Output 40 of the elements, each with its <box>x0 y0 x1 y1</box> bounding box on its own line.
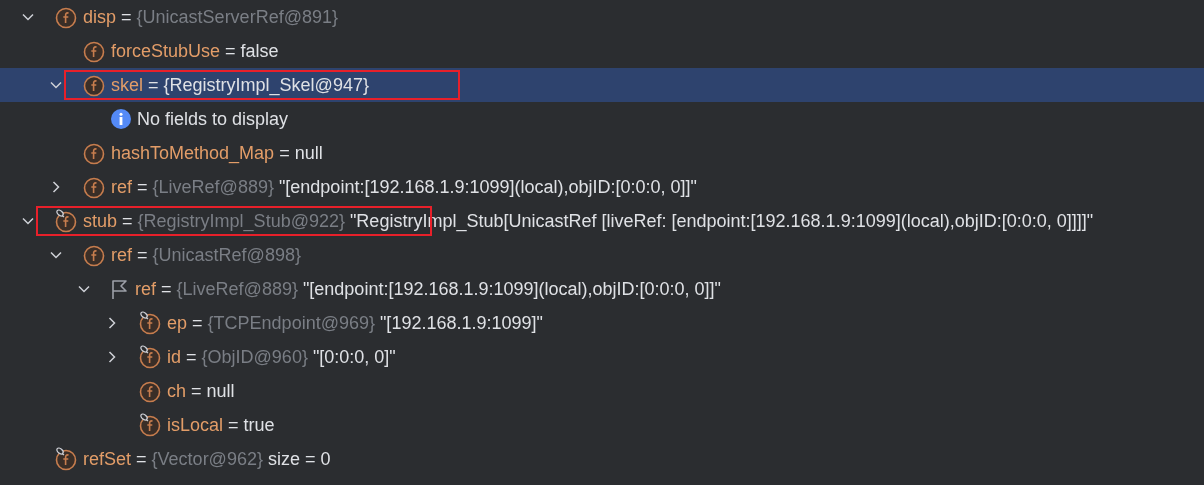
variable-text: ref = {LiveRef@889} "[endpoint:[192.168.1.9:1099](local),objID:[0:0:0, 0]]" <box>111 175 697 199</box>
flag-icon <box>110 278 130 300</box>
field-icon <box>82 243 106 267</box>
tree-row[interactable]: No fields to display <box>0 102 1204 136</box>
variable-text: ch = null <box>167 379 235 403</box>
tree-row[interactable]: ref = {UnicastRef@898} <box>0 238 1204 272</box>
field-link-icon <box>54 209 78 233</box>
field-link-icon <box>138 311 162 335</box>
tree-row[interactable]: hashToMethod_Map = null <box>0 136 1204 170</box>
variable-text: disp = {UnicastServerRef@891} <box>83 5 338 29</box>
field-icon <box>54 5 78 29</box>
variable-text: skel = {RegistryImpl_Skel@947} <box>111 73 369 98</box>
info-icon <box>110 108 132 130</box>
tree-row[interactable]: isLocal = true <box>0 408 1204 442</box>
variable-text: ref = {LiveRef@889} "[endpoint:[192.168.1.9:1099](local),objID:[0:0:0, 0]]" <box>135 277 721 301</box>
field-link-icon <box>138 345 162 369</box>
field-icon <box>82 73 106 97</box>
tree-row[interactable]: ref = {LiveRef@889} "[endpoint:[192.168.1.9:1099](local),objID:[0:0:0, 0]]" <box>0 170 1204 204</box>
info-message: No fields to display <box>137 107 289 131</box>
variable-text: isLocal = true <box>167 413 275 437</box>
tree-row[interactable]: refSet = {Vector@962} size = 0 <box>0 442 1204 476</box>
field-link-icon <box>138 413 162 437</box>
variable-text: ep = {TCPEndpoint@969} "[192.168.1.9:1099]" <box>167 311 543 335</box>
field-icon <box>82 141 106 165</box>
variable-text: hashToMethod_Map = null <box>111 141 323 166</box>
tree-row[interactable]: disp = {UnicastServerRef@891} <box>0 0 1204 34</box>
variable-text: refSet = {Vector@962} size = 0 <box>83 447 331 471</box>
variable-text: ref = {UnicastRef@898} <box>111 243 301 267</box>
tree-row[interactable]: ch = null <box>0 374 1204 408</box>
variable-text: id = {ObjID@960} "[0:0:0, 0]" <box>167 345 396 369</box>
tree-row[interactable]: ref = {LiveRef@889} "[endpoint:[192.168.1.9:1099](local),objID:[0:0:0, 0]]" <box>0 272 1204 306</box>
field-link-icon <box>54 447 78 471</box>
field-icon <box>138 379 162 403</box>
tree-row[interactable]: skel = {RegistryImpl_Skel@947} <box>0 68 1204 102</box>
field-icon <box>82 39 106 63</box>
tree-row[interactable]: id = {ObjID@960} "[0:0:0, 0]" <box>0 340 1204 374</box>
field-icon <box>82 175 106 199</box>
tree-row[interactable]: ep = {TCPEndpoint@969} "[192.168.1.9:1099]" <box>0 306 1204 340</box>
variable-text: forceStubUse = false <box>111 39 279 63</box>
tree-row[interactable]: forceStubUse = false <box>0 34 1204 68</box>
